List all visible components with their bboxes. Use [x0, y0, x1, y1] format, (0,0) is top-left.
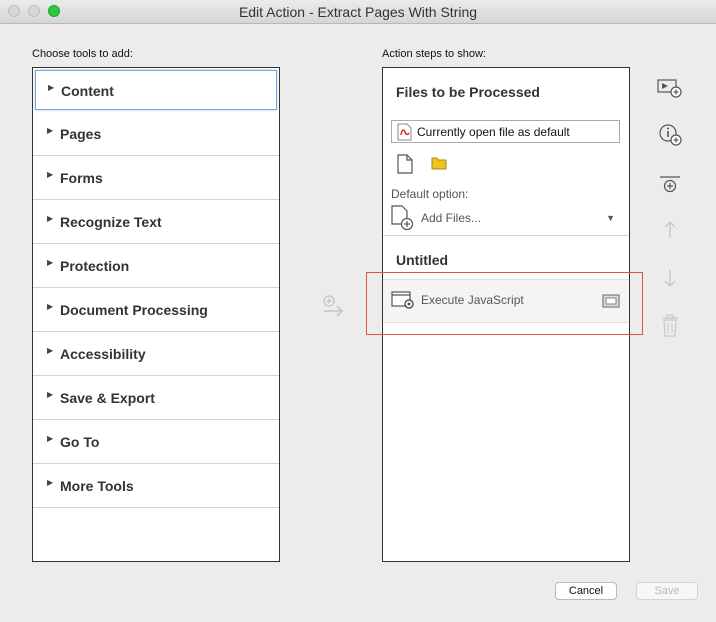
disclosure-triangle-icon: ▶: [47, 434, 54, 443]
file-source-value: Currently open file as default: [417, 125, 570, 139]
disclosure-triangle-icon: ▶: [48, 83, 55, 92]
category-go-to[interactable]: ▶ Go To: [33, 420, 279, 464]
default-option-label: Default option:: [391, 187, 469, 201]
new-document-icon[interactable]: [397, 154, 413, 177]
category-label: Pages: [60, 126, 102, 142]
pdf-file-icon: [397, 123, 413, 144]
disclosure-triangle-icon: ▶: [47, 302, 54, 311]
choose-tools-label: Choose tools to add:: [32, 48, 133, 60]
cancel-button[interactable]: Cancel: [555, 582, 617, 600]
category-label: Recognize Text: [60, 214, 162, 230]
category-forms[interactable]: ▶ Forms: [33, 156, 279, 200]
category-protection[interactable]: ▶ Protection: [33, 244, 279, 288]
group-title[interactable]: Untitled: [396, 252, 448, 268]
category-label: Go To: [60, 434, 100, 450]
move-down-arrow-icon[interactable]: [656, 264, 684, 292]
action-steps-label: Action steps to show:: [382, 48, 486, 60]
disclosure-triangle-icon: ▶: [47, 478, 54, 487]
category-save-export[interactable]: ▶ Save & Export: [33, 376, 279, 420]
save-button[interactable]: Save: [636, 582, 698, 600]
category-label: Document Processing: [60, 302, 208, 318]
tool-categories-list: ▶ Content ▶ Pages ▶ Forms ▶ Recognize Te…: [32, 67, 280, 562]
title-bar: Edit Action - Extract Pages With String: [0, 0, 716, 24]
category-more-tools[interactable]: ▶ More Tools: [33, 464, 279, 508]
section-divider: [383, 235, 629, 236]
category-accessibility[interactable]: ▶ Accessibility: [33, 332, 279, 376]
add-files-label: Add Files...: [421, 211, 482, 225]
disclosure-triangle-icon: ▶: [47, 390, 54, 399]
chevron-down-icon: ▼: [606, 213, 615, 223]
insert-instruction-icon[interactable]: [656, 74, 684, 102]
disclosure-triangle-icon: ▶: [47, 214, 54, 223]
category-document-processing[interactable]: ▶ Document Processing: [33, 288, 279, 332]
add-step-arrow-icon[interactable]: [321, 294, 347, 320]
category-recognize-text[interactable]: ▶ Recognize Text: [33, 200, 279, 244]
category-pages[interactable]: ▶ Pages: [33, 112, 279, 156]
category-label: Protection: [60, 258, 130, 274]
add-info-icon[interactable]: [656, 122, 684, 150]
category-label: Content: [61, 83, 114, 99]
category-label: More Tools: [60, 478, 134, 494]
category-content[interactable]: ▶ Content: [35, 70, 277, 110]
disclosure-triangle-icon: ▶: [47, 346, 54, 355]
selected-step-highlight: [366, 272, 643, 335]
disclosure-triangle-icon: ▶: [47, 258, 54, 267]
category-label: Forms: [60, 170, 103, 186]
category-label: Accessibility: [60, 346, 146, 362]
trash-icon[interactable]: [656, 312, 684, 340]
move-up-arrow-icon[interactable]: [656, 216, 684, 244]
files-to-be-processed-heading: Files to be Processed: [396, 84, 540, 100]
folder-icon[interactable]: [431, 156, 447, 173]
add-file-icon: [391, 205, 415, 234]
window-title: Edit Action - Extract Pages With String: [238, 4, 478, 20]
disclosure-triangle-icon: ▶: [47, 126, 54, 135]
file-source-field[interactable]: Currently open file as default: [391, 120, 620, 143]
add-files-dropdown[interactable]: Add Files... ▼: [391, 205, 620, 231]
add-group-icon[interactable]: [656, 172, 684, 200]
category-label: Save & Export: [60, 390, 155, 406]
disclosure-triangle-icon: ▶: [47, 170, 54, 179]
